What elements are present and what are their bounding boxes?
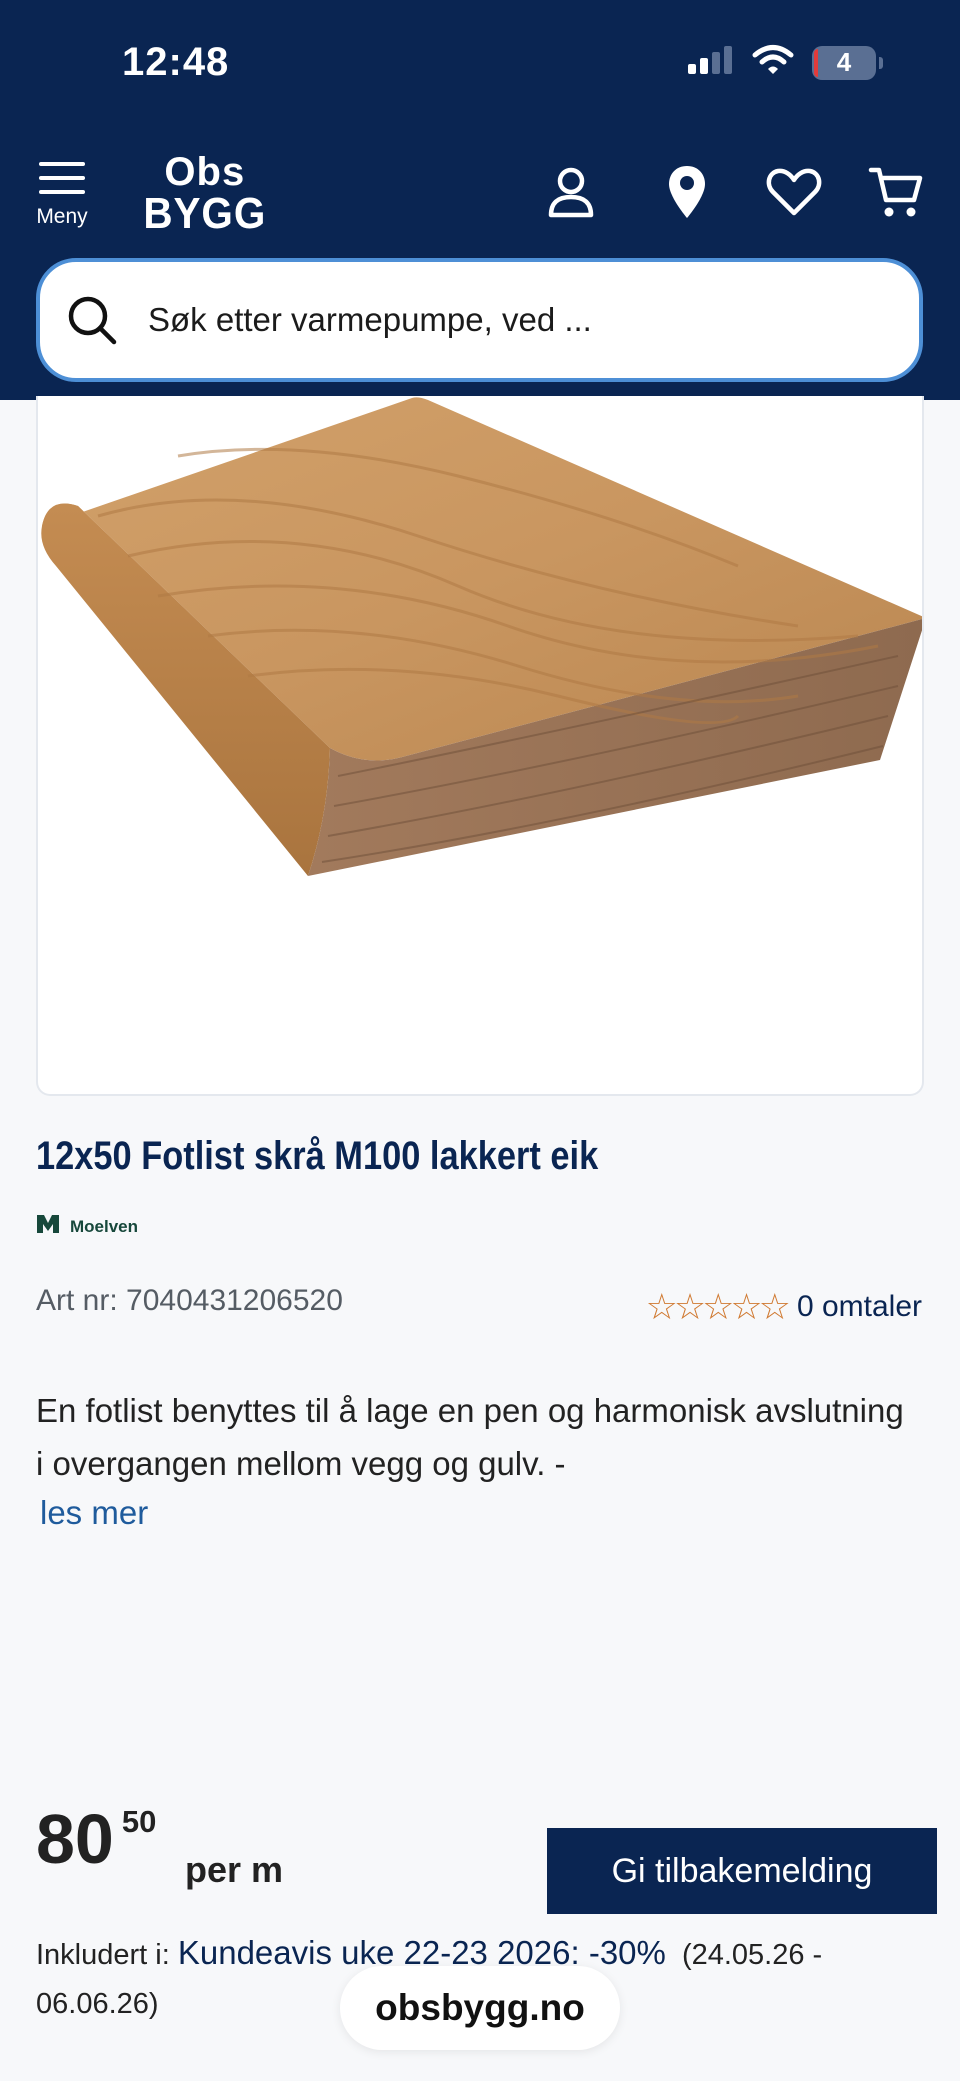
account-button[interactable] [541,164,601,224]
product-title: 12x50 Fotlist skrå M100 lakkert eik [36,1134,599,1178]
wifi-icon [752,44,794,81]
menu-label: Meny [36,205,88,228]
browser-url-bar[interactable]: obsbygg.no [340,1966,620,2050]
status-time: 12:48 [122,40,230,84]
logo-line1: Obs [164,150,246,194]
brand[interactable]: Moelven [36,1214,138,1239]
price-integer: 80 [36,1800,114,1878]
rating[interactable]: ☆☆☆☆☆ 0 omtaler [646,1286,922,1328]
read-more-link[interactable]: les mer [40,1494,148,1532]
signal-icon [686,44,734,81]
hamburger-icon [37,162,87,200]
article-number: Art nr: 7040431206520 [36,1284,343,1317]
price-decimal: 50 [121,1804,157,1839]
search-input[interactable] [148,301,868,339]
moelven-logo-icon [36,1214,60,1239]
star-rating-icon: ☆☆☆☆☆ [645,1286,791,1327]
price: 80 50 [36,1804,156,1874]
brand-name: Moelven [70,1216,139,1236]
cart-button[interactable] [866,164,926,224]
user-icon [547,166,595,223]
search-icon[interactable] [62,290,122,350]
heart-icon [766,167,822,222]
location-pin-icon [667,164,707,225]
favorites-button[interactable] [764,164,824,224]
reviews-link[interactable]: 0 omtaler [797,1290,922,1324]
logo-line2: BYGG [143,189,267,238]
menu-button[interactable]: Meny [30,160,94,229]
product-image [41,397,922,876]
status-icons: 4 [686,44,883,81]
store-locator-button[interactable] [657,164,717,224]
product-image-card[interactable] [36,396,924,1096]
obs-bygg-logo[interactable]: Obs BYGG [138,152,272,236]
feedback-button[interactable]: Gi tilbakemelding [547,1828,937,1914]
top-header: 12:48 4 Meny Obs BYGG Søk etter varmepum… [0,0,960,400]
included-prefix: Inkludert i: [36,1939,170,1971]
battery-indicator: 4 [812,45,883,80]
cart-icon [868,164,924,225]
search-bar[interactable] [36,258,923,382]
product-description: En fotlist benyttes til å lage en pen og… [36,1392,904,1482]
price-unit: per m [185,1849,284,1890]
